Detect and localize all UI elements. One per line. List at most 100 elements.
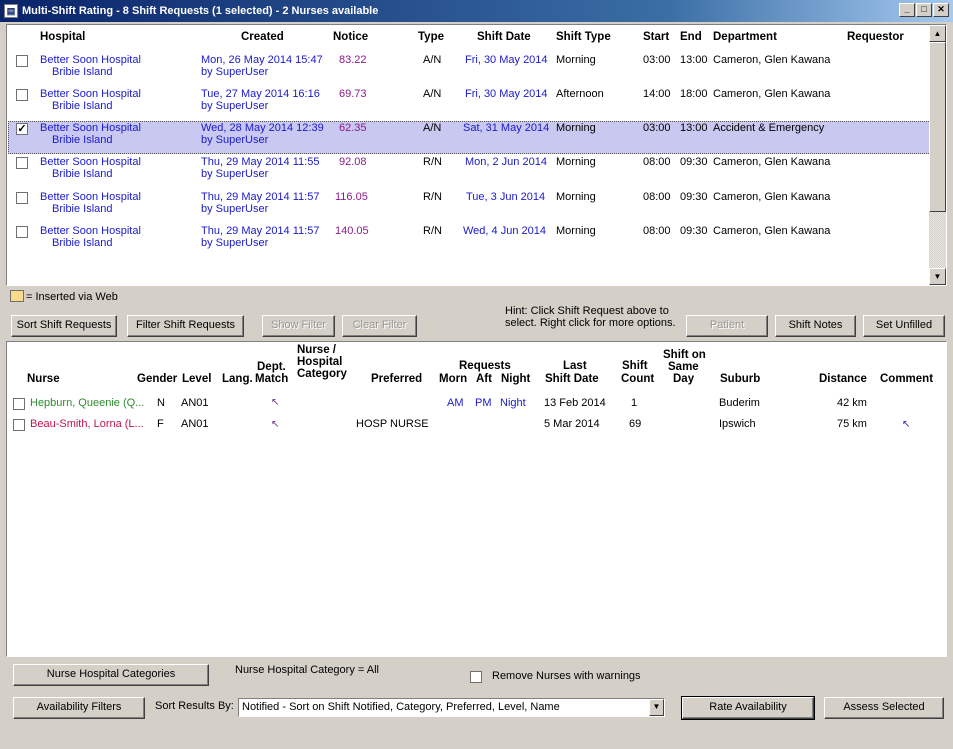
hospital-location[interactable]: Bribie Island [52,168,113,180]
col-nurse[interactable]: Nurse [27,373,60,385]
type-value[interactable]: R/N [423,191,442,203]
notice-value[interactable]: 92.08 [339,156,367,168]
col-lang[interactable]: Lang. [222,373,253,385]
clear-filter-button[interactable]: Clear Filter [342,315,417,337]
col-preferred[interactable]: Preferred [371,373,422,385]
created-date[interactable]: Mon, 26 May 2014 15:47 [201,54,323,66]
start-time[interactable]: 03:00 [643,122,671,134]
minimize-button[interactable]: _ [899,3,915,17]
col-level[interactable]: Level [182,373,211,385]
vertical-scrollbar[interactable]: ▲ ▼ [929,25,946,285]
row-checkbox[interactable] [16,157,28,169]
end-time[interactable]: 09:30 [680,191,708,203]
col-nhc-2[interactable]: Hospital [297,356,342,368]
availability-filters-button[interactable]: Availability Filters [13,697,145,719]
col-shift-count-2[interactable]: Count [621,373,654,385]
shift-date[interactable]: Wed, 4 Jun 2014 [463,225,546,237]
comment-pin-icon[interactable]: ↖ [902,419,910,430]
hospital-name[interactable]: Better Soon Hospital [40,122,141,134]
scroll-down-arrow-icon[interactable]: ▼ [929,268,946,285]
col-suburb[interactable]: Suburb [720,373,760,385]
notice-value[interactable]: 116.05 [335,191,368,203]
row-checkbox-checked[interactable]: ✓ [16,123,28,135]
notice-value[interactable]: 83.22 [339,54,367,66]
created-date[interactable]: Tue, 27 May 2014 16:16 [201,88,320,100]
remove-warnings-label[interactable]: Remove Nurses with warnings [492,670,641,682]
shift-type[interactable]: Morning [556,225,596,237]
created-date[interactable]: Thu, 29 May 2014 11:57 [201,225,319,237]
nurse-hospital-categories-button[interactable]: Nurse Hospital Categories [13,664,209,686]
col-shift-type[interactable]: Shift Type [556,31,611,43]
col-notice[interactable]: Notice [333,31,368,43]
end-time[interactable]: 13:00 [680,54,708,66]
nurse-distance[interactable]: 42 km [837,397,867,409]
created-by[interactable]: by SuperUser [201,134,268,146]
end-time[interactable]: 13:00 [680,122,708,134]
row-checkbox[interactable] [16,226,28,238]
nurse-row-checkbox[interactable] [13,398,25,410]
nurse-last-shift[interactable]: 13 Feb 2014 [544,397,606,409]
start-time[interactable]: 08:00 [643,225,671,237]
department[interactable]: Cameron, Glen Kawana [713,225,830,237]
assess-selected-button[interactable]: Assess Selected [824,697,944,719]
nurse-aft[interactable]: PM [475,397,492,409]
filter-shift-requests-button[interactable]: Filter Shift Requests [127,315,244,337]
hospital-name[interactable]: Better Soon Hospital [40,225,141,237]
created-by[interactable]: by SuperUser [201,203,268,215]
nurse-gender[interactable]: N [157,397,165,409]
col-last-shift-1[interactable]: Last [563,360,587,372]
scroll-up-arrow-icon[interactable]: ▲ [929,25,946,42]
col-requests[interactable]: Requests [459,360,511,372]
col-type[interactable]: Type [418,31,444,43]
start-time[interactable]: 08:00 [643,156,671,168]
col-gender[interactable]: Gender [137,373,177,385]
col-shift-count-1[interactable]: Shift [622,360,648,372]
scroll-thumb[interactable] [929,42,946,212]
hospital-location[interactable]: Bribie Island [52,100,113,112]
sort-shift-requests-button[interactable]: Sort Shift Requests [11,315,117,337]
created-by[interactable]: by SuperUser [201,237,268,249]
col-shift-date[interactable]: Shift Date [477,31,531,43]
col-nhc-1[interactable]: Nurse / [297,344,336,356]
start-time[interactable]: 08:00 [643,191,671,203]
set-unfilled-button[interactable]: Set Unfilled [863,315,945,337]
department[interactable]: Cameron, Glen Kawana [713,88,830,100]
nurse-name[interactable]: Hepburn, Queenie (Q... [30,397,144,409]
created-date[interactable]: Thu, 29 May 2014 11:55 [201,156,319,168]
nurse-shift-count[interactable]: 69 [629,418,641,430]
sort-results-select[interactable]: Notified - Sort on Shift Notified, Categ… [238,698,665,717]
col-nhc-3[interactable]: Category [297,368,347,380]
shift-type[interactable]: Morning [556,122,596,134]
maximize-button[interactable]: □ [916,3,932,17]
created-date[interactable]: Wed, 28 May 2014 12:39 [201,122,324,134]
col-department[interactable]: Department [713,31,777,43]
col-start[interactable]: Start [643,31,669,43]
row-checkbox[interactable] [16,192,28,204]
shift-date[interactable]: Fri, 30 May 2014 [465,88,548,100]
end-time[interactable]: 09:30 [680,225,708,237]
nurse-last-shift[interactable]: 5 Mar 2014 [544,418,600,430]
chevron-down-icon[interactable]: ▼ [649,699,664,716]
notice-value[interactable]: 140.05 [335,225,369,237]
department[interactable]: Accident & Emergency [713,122,824,134]
shift-type[interactable]: Morning [556,54,596,66]
notice-value[interactable]: 62.35 [339,122,367,134]
hospital-location[interactable]: Bribie Island [52,203,113,215]
shift-date[interactable]: Tue, 3 Jun 2014 [466,191,545,203]
nurse-name[interactable]: Beau-Smith, Lorna (L... [30,418,144,430]
nurse-row-checkbox[interactable] [13,419,25,431]
col-night[interactable]: Night [501,373,530,385]
col-same-day-3[interactable]: Day [673,373,694,385]
department[interactable]: Cameron, Glen Kawana [713,191,830,203]
col-end[interactable]: End [680,31,702,43]
shift-type[interactable]: Afternoon [556,88,604,100]
hospital-location[interactable]: Bribie Island [52,66,113,78]
shift-date[interactable]: Sat, 31 May 2014 [463,122,549,134]
row-checkbox[interactable] [16,55,28,67]
show-filter-button[interactable]: Show Filter [262,315,335,337]
col-last-shift-2[interactable]: Shift Date [545,373,599,385]
start-time[interactable]: 14:00 [643,88,671,100]
type-value[interactable]: A/N [423,122,441,134]
hospital-name[interactable]: Better Soon Hospital [40,54,141,66]
notice-value[interactable]: 69.73 [339,88,367,100]
